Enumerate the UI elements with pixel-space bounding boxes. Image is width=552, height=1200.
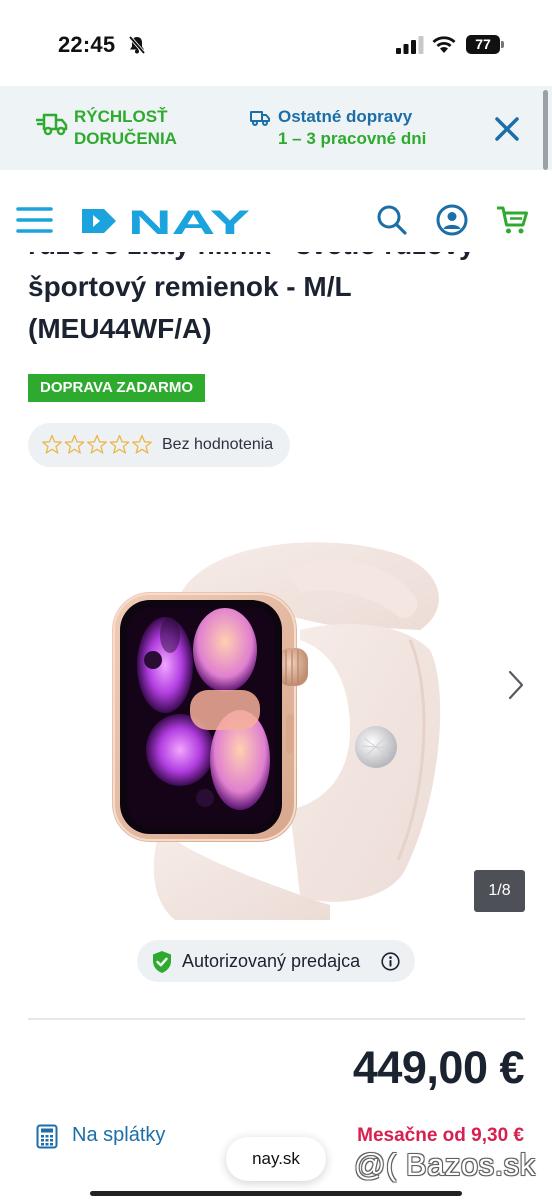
site-header: NAY <box>0 172 552 252</box>
cart-icon[interactable] <box>497 205 529 235</box>
divider <box>28 1018 525 1020</box>
product-price: 449,00 € <box>352 1042 525 1093</box>
image-counter: 1/8 <box>474 870 525 912</box>
fast-delivery-label: RÝCHLOSŤ DORUČENIA <box>74 107 177 148</box>
authorized-seller-text: Autorizovaný predajca <box>182 951 361 971</box>
status-time: 22:45 <box>58 32 116 57</box>
battery-icon: 77 <box>466 35 504 54</box>
product-image-watch[interactable] <box>0 500 552 930</box>
product-title-area: ružovo zlatý hliník - svetlo ružový špor… <box>0 252 552 362</box>
calculator-icon[interactable] <box>36 1124 58 1149</box>
installments-link[interactable]: Na splátky <box>72 1124 165 1147</box>
battery-tip <box>501 41 504 48</box>
rating-widget[interactable]: Bez hodnotenia <box>28 423 290 467</box>
nay-logo[interactable]: NAY <box>80 206 252 236</box>
status-bar: 22:45 77 <box>0 0 552 86</box>
bell-off-icon <box>128 35 146 55</box>
search-icon[interactable] <box>376 204 408 236</box>
shipping-truck-icon <box>250 111 270 126</box>
shield-check-icon <box>153 951 171 973</box>
authorized-seller-badge[interactable]: Autorizovaný predajca <box>137 940 415 982</box>
close-banner-icon[interactable] <box>494 116 520 142</box>
monthly-price: Mesačne od 9,30 € <box>357 1125 524 1146</box>
rating-stars-icon <box>42 434 152 454</box>
menu-icon[interactable] <box>16 206 53 234</box>
rating-text: Bez hodnotenia <box>162 436 274 453</box>
other-shipping-days: 1 – 3 pracovné dni <box>278 129 427 148</box>
next-image-arrow-icon[interactable] <box>502 668 528 702</box>
signal-icon <box>396 36 424 54</box>
info-icon[interactable] <box>381 952 400 971</box>
home-indicator[interactable] <box>90 1191 462 1196</box>
logo-text: NAY <box>128 206 251 236</box>
product-title: ružovo zlatý hliník - svetlo ružový špor… <box>28 252 475 344</box>
other-shipping-title: Ostatné dopravy <box>278 107 413 126</box>
delivery-banner: RÝCHLOSŤ DORUČENIA Ostatné dopravy 1 – 3… <box>0 86 552 170</box>
wifi-icon <box>432 36 456 53</box>
battery-level: 77 <box>475 36 491 52</box>
free-shipping-badge: DOPRAVA ZADARMO <box>28 374 206 402</box>
browser-url-pill[interactable]: nay.sk <box>226 1137 326 1181</box>
watermark: @( Bazos.sk <box>354 1147 536 1182</box>
fast-delivery-truck-icon <box>36 113 68 136</box>
account-icon[interactable] <box>436 204 468 236</box>
scrollbar[interactable] <box>543 90 548 170</box>
